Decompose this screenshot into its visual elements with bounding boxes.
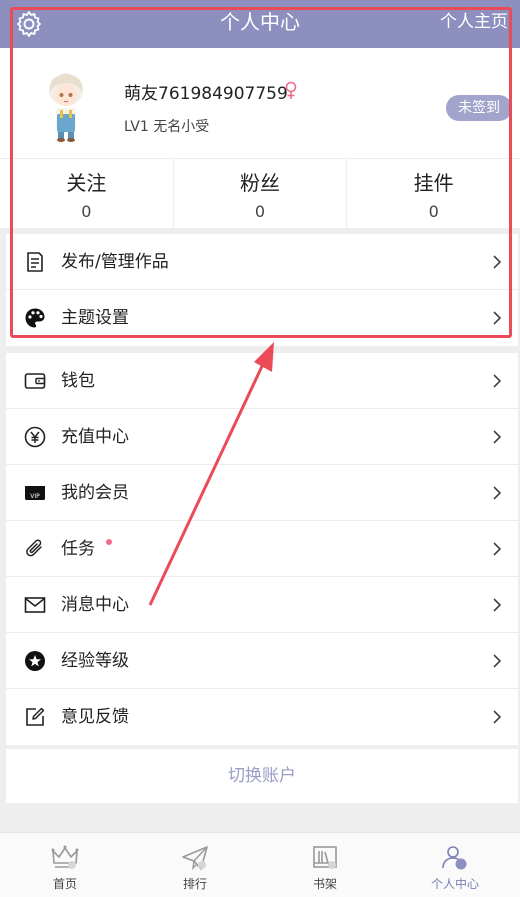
homepage-link[interactable]: 个人主页 bbox=[440, 0, 508, 44]
vip-icon: VIP bbox=[25, 486, 45, 500]
stat-value: 0 bbox=[254, 202, 266, 221]
star-badge-icon bbox=[25, 651, 45, 671]
menu-item-tasks[interactable]: 任务 bbox=[6, 521, 518, 577]
stat-label: 关注 bbox=[66, 171, 107, 195]
menu-item-publish-works[interactable]: 发布/管理作品 bbox=[6, 234, 518, 290]
paper-plane-icon bbox=[182, 846, 208, 870]
stat-value: 0 bbox=[428, 202, 439, 221]
menu-item-recharge[interactable]: 充值中心 bbox=[6, 409, 518, 465]
menu-item-label: 充值中心 bbox=[61, 427, 129, 447]
chevron-right-icon bbox=[493, 311, 502, 325]
nav-bookshelf[interactable]: 书架 bbox=[260, 833, 390, 897]
nav-ranking[interactable]: 排行 bbox=[130, 833, 260, 897]
person-icon bbox=[442, 846, 467, 870]
female-icon bbox=[285, 81, 297, 99]
menu-item-label: 我的会员 bbox=[61, 483, 129, 503]
wallet-icon bbox=[24, 373, 46, 389]
stats-bar: 关注 0 粉丝 0 挂件 0 bbox=[0, 158, 520, 228]
chevron-right-icon bbox=[493, 255, 502, 269]
nav-personal-center[interactable]: 个人中心 bbox=[390, 833, 520, 897]
profile-card[interactable]: 萌友761984907759 LV1 无名小受 未签到 bbox=[0, 48, 520, 158]
switch-account-button[interactable]: 切换账户 bbox=[6, 749, 518, 803]
notification-dot bbox=[106, 539, 112, 545]
bookshelf-icon bbox=[313, 846, 337, 869]
chevron-right-icon bbox=[493, 598, 502, 612]
bottom-nav: 首页 排行 书架 个人中心 bbox=[0, 832, 520, 897]
menu-item-wallet[interactable]: 钱包 bbox=[6, 353, 518, 409]
yuan-icon bbox=[24, 426, 46, 448]
username: 萌友761984907759 bbox=[124, 84, 288, 104]
edit-icon bbox=[26, 707, 45, 726]
chevron-right-icon bbox=[493, 486, 502, 500]
signin-badge[interactable]: 未签到 bbox=[446, 95, 512, 121]
stat-value: 0 bbox=[81, 202, 92, 221]
crown-icon bbox=[51, 845, 79, 869]
nav-label: 排行 bbox=[182, 877, 207, 891]
nav-label: 首页 bbox=[52, 877, 77, 891]
palette-icon bbox=[25, 308, 45, 328]
stat-pendants[interactable]: 挂件 0 bbox=[347, 159, 520, 228]
app-header: 个人中心 个人主页 bbox=[0, 0, 520, 48]
menu-item-membership[interactable]: VIP 我的会员 bbox=[6, 465, 518, 521]
chevron-right-icon bbox=[493, 430, 502, 444]
user-level: LV1 无名小受 bbox=[124, 119, 210, 135]
menu-item-label: 钱包 bbox=[61, 371, 95, 391]
menu-group-works: 发布/管理作品 主题设置 bbox=[6, 234, 518, 346]
menu-item-messages[interactable]: 消息中心 bbox=[6, 577, 518, 633]
svg-text:VIP: VIP bbox=[30, 493, 40, 500]
nav-label: 个人中心 bbox=[430, 877, 479, 891]
stat-following[interactable]: 关注 0 bbox=[0, 159, 174, 228]
menu-item-label: 发布/管理作品 bbox=[61, 252, 169, 272]
chevron-right-icon bbox=[493, 654, 502, 668]
menu-item-label: 经验等级 bbox=[61, 651, 129, 671]
nav-home[interactable]: 首页 bbox=[0, 833, 130, 897]
document-icon bbox=[27, 252, 43, 272]
menu-item-label: 任务 bbox=[61, 539, 95, 559]
stat-label: 挂件 bbox=[413, 171, 454, 195]
menu-item-label: 消息中心 bbox=[61, 595, 129, 615]
mail-icon bbox=[24, 597, 46, 613]
nav-label: 书架 bbox=[312, 877, 337, 891]
stat-label: 粉丝 bbox=[240, 171, 280, 195]
avatar[interactable] bbox=[40, 70, 92, 142]
chevron-right-icon bbox=[493, 710, 502, 724]
menu-item-experience-level[interactable]: 经验等级 bbox=[6, 633, 518, 689]
menu-item-label: 主题设置 bbox=[61, 308, 129, 328]
chevron-right-icon bbox=[493, 374, 502, 388]
chevron-right-icon bbox=[493, 542, 502, 556]
menu-item-feedback[interactable]: 意见反馈 bbox=[6, 689, 518, 745]
menu-item-label: 意见反馈 bbox=[61, 707, 129, 727]
menu-item-theme-settings[interactable]: 主题设置 bbox=[6, 290, 518, 346]
paperclip-icon bbox=[26, 539, 42, 557]
stat-fans[interactable]: 粉丝 0 bbox=[174, 159, 348, 228]
menu-group-account: 钱包 充值中心 VIP 我的会员 任务 消息中心 经验等级 意见反馈 bbox=[6, 353, 518, 745]
